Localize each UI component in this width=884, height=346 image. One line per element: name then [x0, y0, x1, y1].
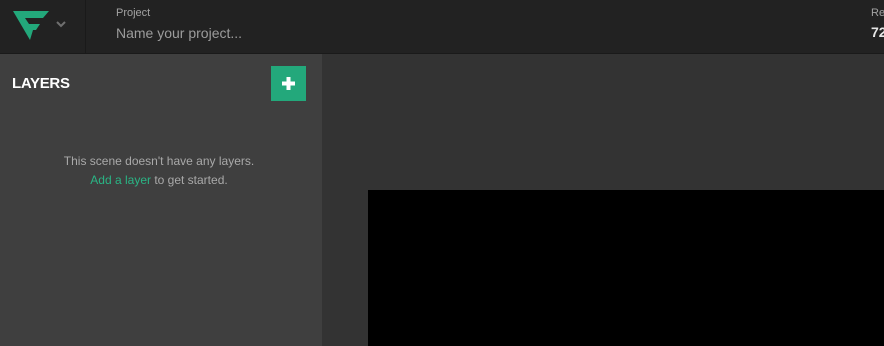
scene-canvas[interactable] — [368, 190, 884, 346]
empty-layers-message: This scene doesn't have any layers. Add … — [0, 152, 318, 190]
app-logo — [13, 11, 49, 40]
top-bar: Project Re 72 — [0, 0, 884, 54]
resolution-label: Re — [871, 7, 884, 19]
empty-layers-hint: Add a layer to get started. — [0, 171, 318, 190]
empty-layers-text: This scene doesn't have any layers. — [63, 154, 255, 168]
workspace — [322, 54, 884, 346]
add-layer-button[interactable] — [271, 66, 306, 101]
resolution-group: Re 72 — [871, 7, 884, 40]
project-label: Project — [116, 7, 151, 19]
resolution-value[interactable]: 72 — [871, 24, 884, 40]
project-name-group: Project — [116, 7, 436, 43]
layers-title: LAYERS — [12, 75, 70, 92]
chevron-down-icon — [56, 21, 66, 28]
plus-icon — [282, 77, 295, 90]
app-menu-button[interactable] — [0, 0, 86, 53]
add-layer-link[interactable]: Add a layer — [90, 173, 151, 187]
layers-panel: LAYERS This scene doesn't have any layer… — [0, 54, 322, 346]
empty-layers-suffix: to get started. — [150, 173, 228, 187]
project-name-input[interactable] — [116, 25, 436, 41]
